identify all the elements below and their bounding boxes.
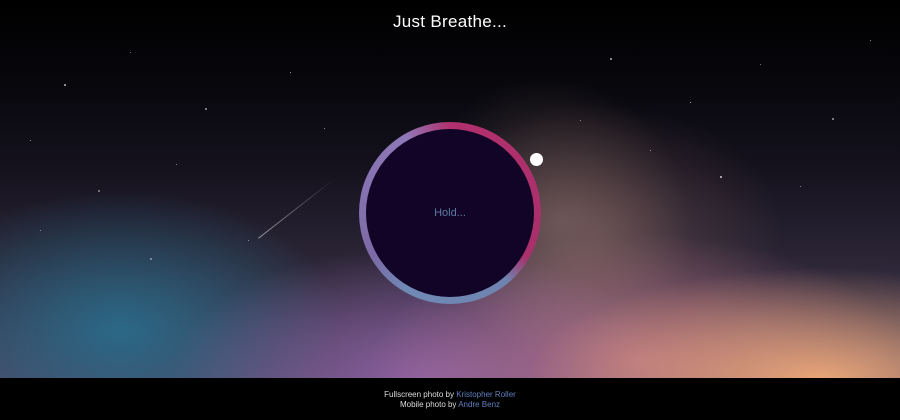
star (64, 84, 66, 86)
shooting-star (258, 178, 335, 239)
fullscreen-author-link[interactable]: Kristopher Roller (456, 390, 516, 399)
star (130, 52, 131, 53)
star (690, 102, 691, 103)
mobile-author-link[interactable]: Andre Benz (458, 400, 500, 409)
star (150, 258, 152, 260)
star (248, 240, 249, 241)
star (800, 186, 801, 187)
star (205, 108, 207, 110)
star (290, 72, 291, 73)
star (580, 120, 581, 121)
breathe-circle: Hold... (366, 129, 534, 297)
breathe-instruction: Hold... (434, 207, 466, 219)
page-title: Just Breathe... (392, 12, 508, 31)
fullscreen-credit-prefix: Fullscreen photo by (384, 390, 454, 399)
mobile-photo-credit: Mobile photo by Andre Benz (0, 400, 900, 410)
star (610, 58, 612, 60)
fullscreen-photo-credit: Fullscreen photo by Kristopher Roller (0, 390, 900, 400)
star (40, 230, 41, 231)
star (324, 128, 325, 129)
star (870, 40, 871, 41)
footer: Fullscreen photo by Kristopher Roller Mo… (0, 378, 900, 420)
star (832, 118, 834, 120)
star (650, 150, 651, 151)
star (176, 164, 177, 165)
star (30, 140, 31, 141)
mobile-credit-prefix: Mobile photo by (399, 400, 457, 409)
star (98, 190, 100, 192)
star (720, 176, 722, 178)
star (760, 64, 761, 65)
breathe-pointer-dot (530, 153, 543, 166)
